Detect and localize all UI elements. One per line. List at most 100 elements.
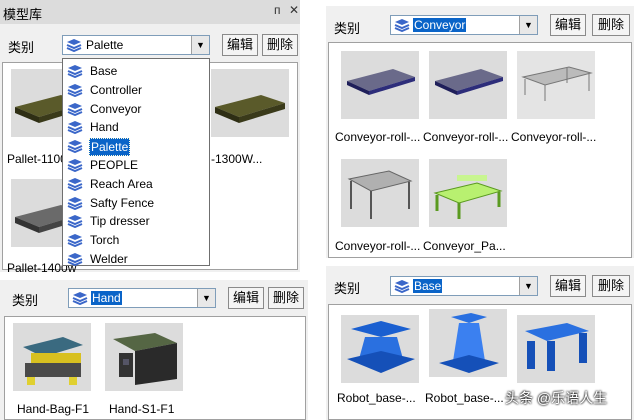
stack-icon xyxy=(67,102,83,116)
roller-conveyor-icon xyxy=(347,69,415,95)
item-caption: Conveyor-roll-... xyxy=(335,130,421,144)
pin-icon[interactable]: ᴨ xyxy=(274,3,281,17)
stack-icon xyxy=(67,253,83,266)
edit-button[interactable]: 编辑 xyxy=(550,275,586,297)
conveyor-panel: 类别 Conveyor ▼ 编辑 删除 Conveyor-roll-... Co… xyxy=(326,6,634,258)
dropdown-option[interactable]: Reach Area xyxy=(65,175,207,193)
edit-button[interactable]: 编辑 xyxy=(228,287,264,309)
model-grid: Hand-Bag-F1 Hand-S1-F1 xyxy=(4,316,306,420)
close-icon[interactable]: ✕ xyxy=(289,3,299,17)
frame-conveyor-icon xyxy=(521,66,593,101)
delete-button[interactable]: 删除 xyxy=(592,275,630,297)
chevron-down-icon[interactable]: ▼ xyxy=(519,16,537,34)
gripper-icon xyxy=(113,333,177,385)
stack-icon xyxy=(67,234,83,248)
stack-icon xyxy=(67,159,83,172)
panel-title: 模型库 xyxy=(3,7,43,22)
category-dropdown-list[interactable]: Base Controller Conveyor Hand Palette PEOPLE R… xyxy=(62,58,210,266)
category-label: 类别 xyxy=(8,40,35,55)
item-caption: Robot_base-... xyxy=(337,391,416,405)
dropdown-option-label: Controller xyxy=(90,82,143,97)
stack-icon xyxy=(67,177,83,191)
robot-base-icon xyxy=(525,323,589,371)
category-select[interactable]: Palette ▼ xyxy=(62,35,210,55)
pallet-icon xyxy=(215,95,285,123)
dropdown-option[interactable]: Base xyxy=(65,62,207,80)
edit-button[interactable]: 编辑 xyxy=(550,14,586,36)
base-thumbnail[interactable] xyxy=(341,315,419,383)
conveyor-thumbnail[interactable] xyxy=(341,159,419,227)
chevron-down-icon[interactable]: ▼ xyxy=(519,277,537,295)
roller-conveyor-icon xyxy=(347,170,413,219)
category-select[interactable]: Hand ▼ xyxy=(68,288,216,308)
item-caption: Robot_base-... xyxy=(425,391,504,405)
dropdown-option[interactable]: Hand xyxy=(65,118,207,136)
dropdown-option-label: Conveyor xyxy=(90,101,142,116)
conveyor-thumbnail[interactable] xyxy=(429,51,507,119)
robot-base-icon xyxy=(439,313,499,373)
item-caption: Pallet-1100 xyxy=(7,152,67,166)
dropdown-option[interactable]: Torch xyxy=(65,231,207,249)
watermark-text: 头条 @乐语人生 xyxy=(505,390,608,406)
stack-icon xyxy=(72,292,88,305)
pallet-conveyor-icon xyxy=(433,175,503,219)
dropdown-option-label: Safty Fence xyxy=(90,195,155,210)
hand-thumbnail[interactable] xyxy=(13,323,91,391)
item-caption: Hand-S1-F1 xyxy=(109,402,175,416)
dropdown-option-label: Hand xyxy=(90,120,119,135)
chevron-down-icon[interactable]: ▼ xyxy=(191,36,209,54)
dropdown-option-label: Tip dresser xyxy=(90,214,150,229)
dropdown-option[interactable]: Tip dresser xyxy=(65,212,207,230)
dropdown-option-label: Base xyxy=(90,64,118,78)
dropdown-option[interactable]: Controller xyxy=(65,81,207,99)
hand-thumbnail[interactable] xyxy=(105,323,183,391)
category-select[interactable]: Conveyor ▼ xyxy=(390,15,538,35)
robot-base-icon xyxy=(347,321,415,373)
gripper-icon xyxy=(23,337,83,385)
dropdown-option-label: PEOPLE xyxy=(90,158,139,172)
dropdown-option[interactable]: PEOPLE xyxy=(65,156,207,174)
edit-button[interactable]: 编辑 xyxy=(222,34,258,56)
delete-button[interactable]: 删除 xyxy=(262,34,298,56)
dropdown-option[interactable]: Welder xyxy=(65,250,207,268)
stack-icon xyxy=(394,19,410,32)
stack-icon xyxy=(394,280,410,293)
dropdown-option[interactable]: Palette xyxy=(65,137,207,157)
stack-icon xyxy=(67,65,83,78)
delete-button[interactable]: 删除 xyxy=(592,14,630,36)
stack-icon xyxy=(67,196,83,210)
model-grid: Conveyor-roll-... Conveyor-roll-... Conv… xyxy=(328,42,632,258)
stack-icon xyxy=(66,39,82,52)
pallet-thumbnail[interactable] xyxy=(211,69,289,137)
conveyor-thumbnail[interactable] xyxy=(517,51,595,119)
item-caption: Conveyor-roll-... xyxy=(335,239,421,253)
item-caption: Hand-Bag-F1 xyxy=(17,402,90,416)
item-caption: Conveyor-roll-... xyxy=(423,130,509,144)
conveyor-thumbnail[interactable] xyxy=(429,159,507,227)
category-value: Palette xyxy=(86,38,124,52)
base-thumbnail[interactable] xyxy=(429,309,507,377)
dropdown-option[interactable]: Conveyor xyxy=(65,100,207,118)
stack-icon xyxy=(67,121,83,135)
roller-conveyor-icon xyxy=(435,69,503,95)
stack-icon xyxy=(67,215,83,229)
panel-titlebar: 模型库 ᴨ ✕ xyxy=(0,0,300,24)
dropdown-option-label: Palette xyxy=(89,138,131,157)
item-caption: -1300W... xyxy=(211,152,263,166)
stack-icon xyxy=(67,140,83,154)
category-label: 类别 xyxy=(12,293,39,308)
category-select[interactable]: Base ▼ xyxy=(390,276,538,296)
category-value: Hand xyxy=(91,291,122,305)
base-thumbnail[interactable] xyxy=(517,315,595,383)
category-label: 类别 xyxy=(334,281,361,296)
dropdown-option-label: Welder xyxy=(90,252,128,266)
delete-button[interactable]: 删除 xyxy=(268,287,304,309)
item-caption: Conveyor_Pa... xyxy=(423,239,506,253)
chevron-down-icon[interactable]: ▼ xyxy=(197,289,215,307)
item-caption: Conveyor-roll-... xyxy=(511,130,597,144)
category-label: 类别 xyxy=(334,21,361,36)
category-value: Conveyor xyxy=(413,18,467,32)
hand-panel: 类别 Hand ▼ 编辑 删除 Hand-Bag-F1 Hand-S1-F1 xyxy=(0,280,308,420)
conveyor-thumbnail[interactable] xyxy=(341,51,419,119)
dropdown-option[interactable]: Safty Fence xyxy=(65,194,207,212)
